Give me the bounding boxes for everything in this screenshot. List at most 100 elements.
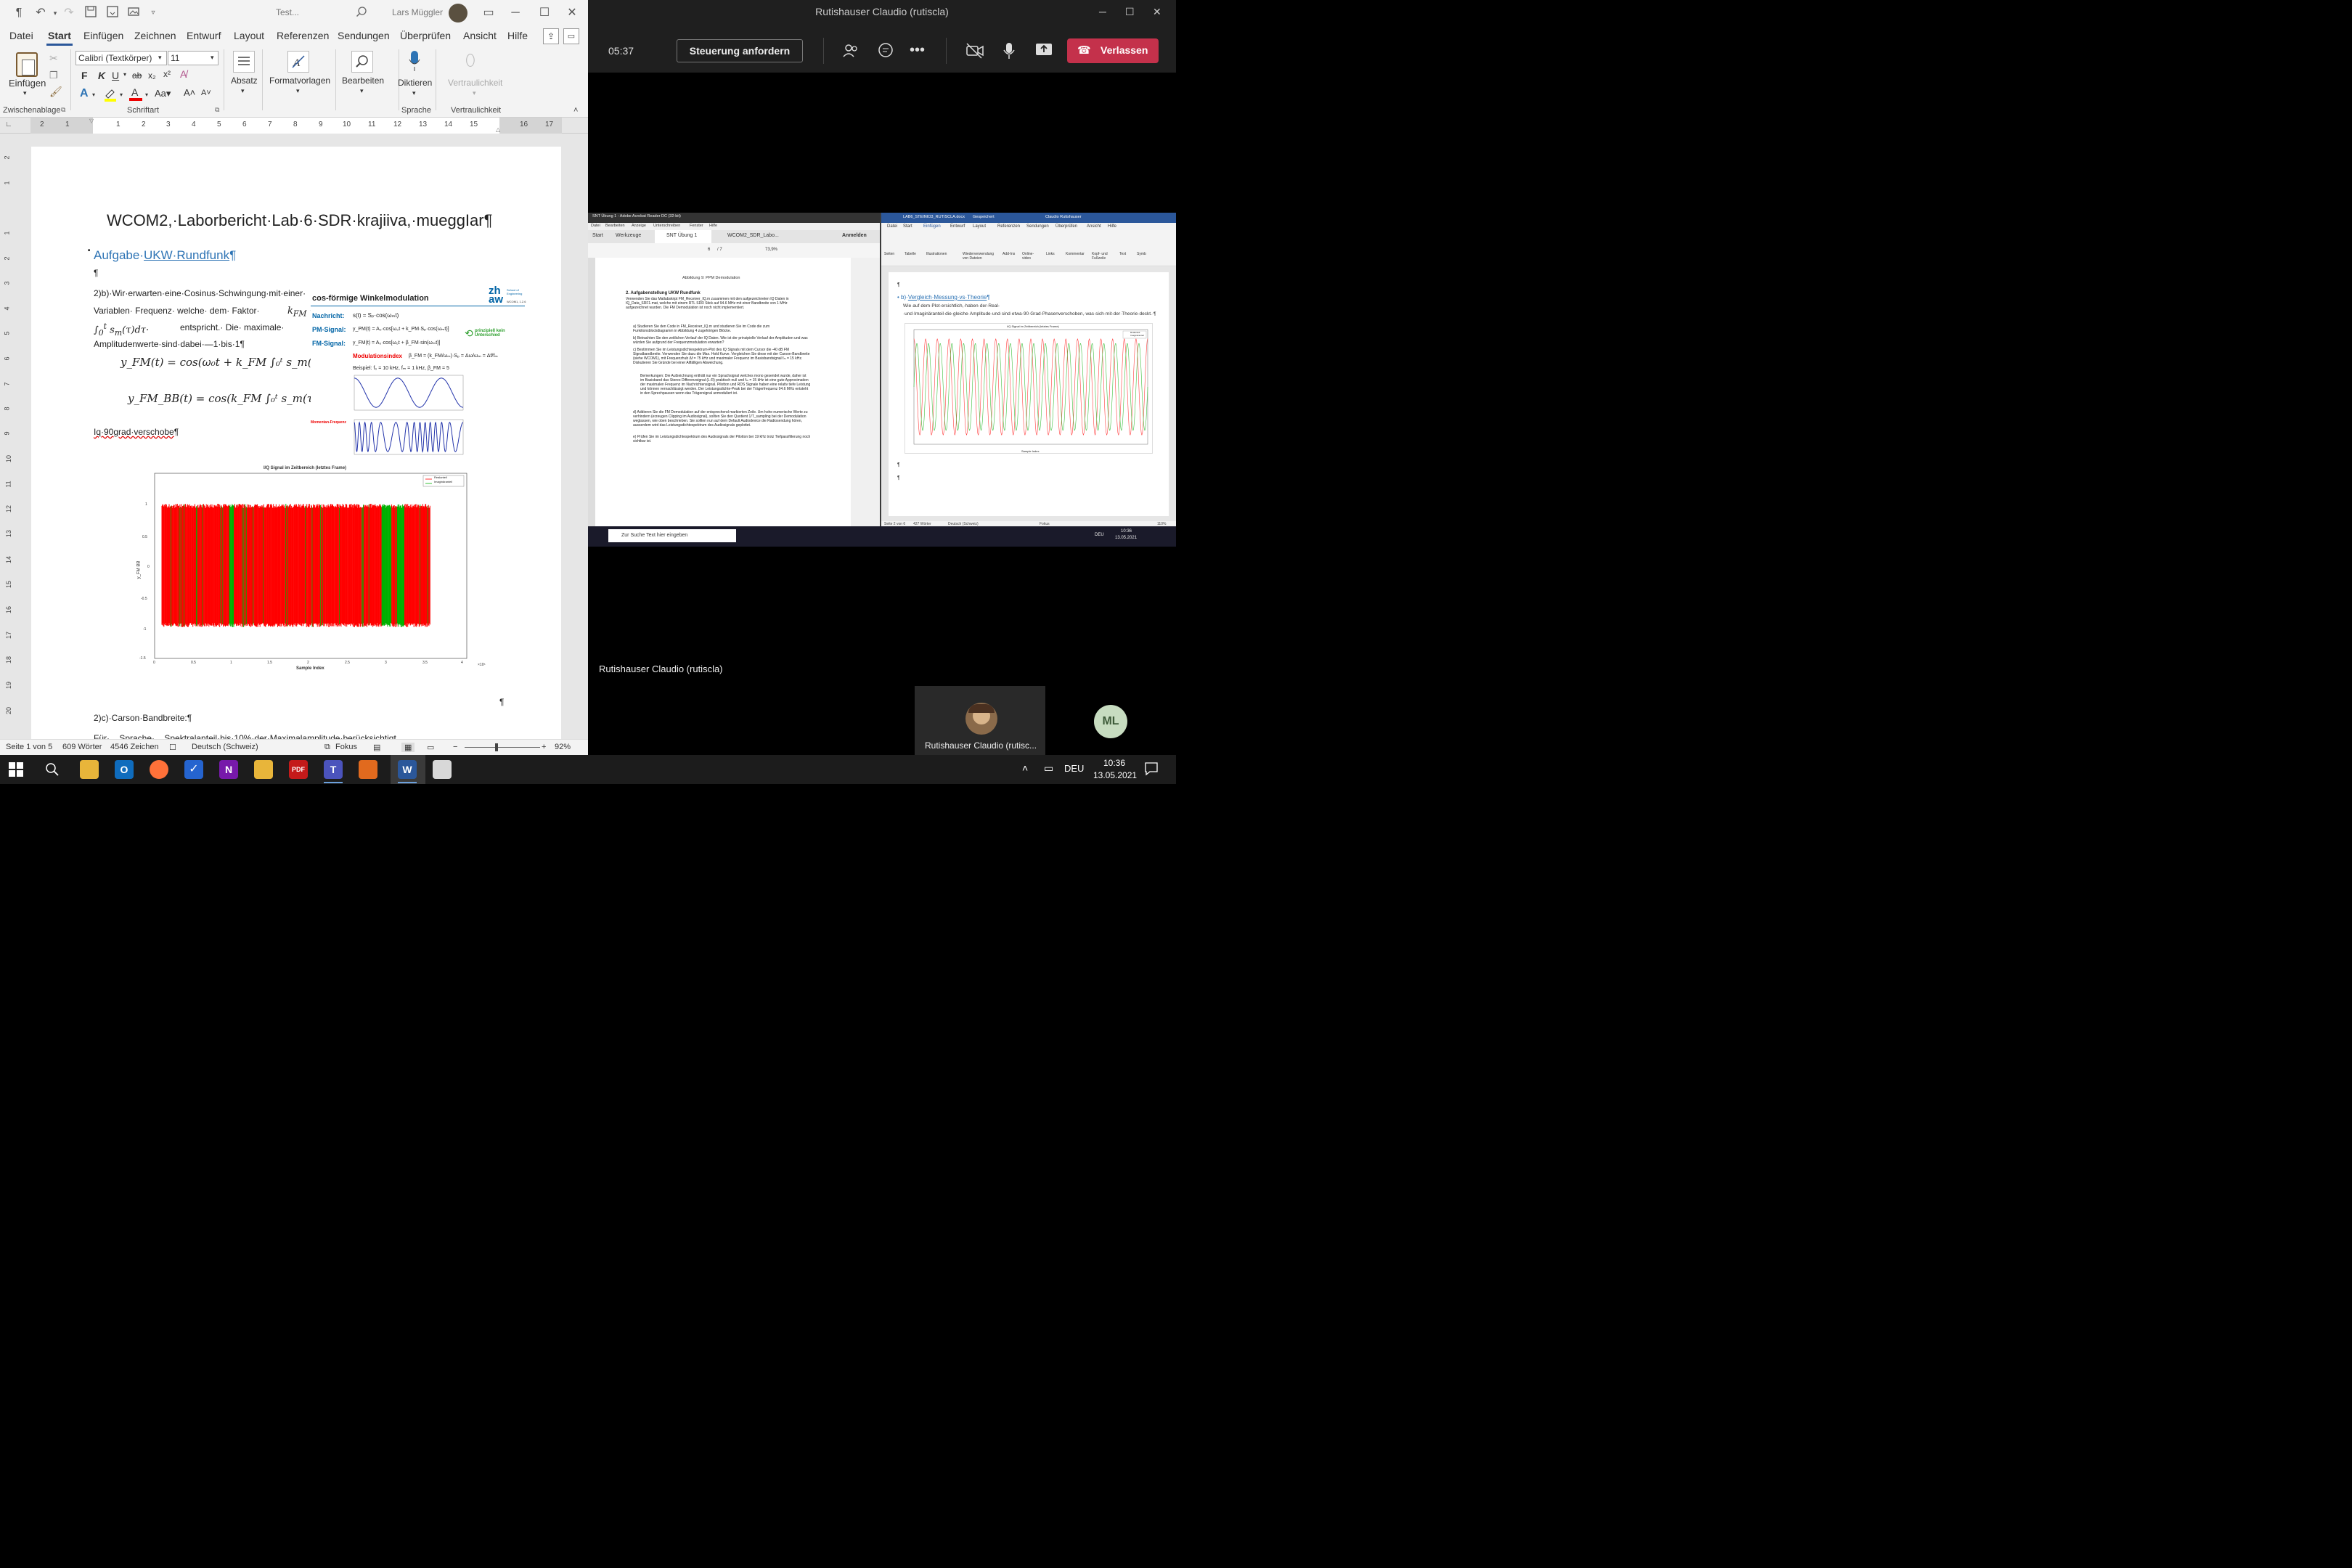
font-color-icon[interactable]: A	[129, 86, 142, 101]
comments-icon[interactable]: ▭	[563, 28, 579, 44]
microphone-icon[interactable]	[408, 49, 421, 73]
teams-icon[interactable]: T	[324, 760, 343, 779]
tab-ueberpruefen[interactable]: Überprüfen	[400, 30, 451, 41]
todo-icon[interactable]: ✓	[184, 760, 203, 779]
undo-dropdown-icon[interactable]: ▾	[48, 6, 62, 20]
font-color-dropdown-icon[interactable]: ▾	[145, 91, 148, 98]
image-icon[interactable]	[126, 6, 141, 20]
undo-icon[interactable]: ↶	[33, 6, 48, 20]
tab-ansicht[interactable]: Ansicht	[463, 30, 497, 41]
participants-icon[interactable]	[842, 42, 859, 63]
clock-date[interactable]: 13.05.2021	[1093, 770, 1137, 780]
search-icon[interactable]	[354, 6, 369, 20]
tab-einfuegen[interactable]: Einfügen	[83, 30, 123, 41]
vertical-ruler[interactable]: 2 1 1 2 3 4 5 6 7 8 9 10 11 12 13 14 15 …	[0, 134, 16, 740]
change-case-button[interactable]: Aa▾	[155, 88, 171, 99]
language[interactable]: Deutsch (Schweiz)	[192, 743, 258, 751]
shared-screen[interactable]: SNT Übung 1 - Adobe Acrobat Reader DC (3…	[588, 213, 1176, 547]
bold-button[interactable]: F	[81, 70, 88, 81]
clear-formatting-icon[interactable]: A̸	[180, 68, 187, 80]
italic-button[interactable]: K	[98, 70, 105, 81]
zoom-slider-thumb[interactable]	[495, 743, 498, 751]
onenote-icon[interactable]: N	[219, 760, 238, 779]
tab-referenzen[interactable]: Referenzen	[277, 30, 329, 41]
tab-entwurf[interactable]: Entwurf	[187, 30, 221, 41]
paste-dropdown-icon[interactable]: ▾	[23, 89, 27, 97]
dictate-button[interactable]: Diktieren	[398, 78, 432, 88]
avatar[interactable]	[449, 4, 467, 23]
dialog-launcher-icon[interactable]: ⧉	[61, 106, 65, 114]
focus-mode[interactable]: Fokus	[335, 743, 357, 751]
minimize-icon[interactable]: ─	[508, 6, 523, 20]
cut-icon[interactable]: ✂	[49, 52, 58, 65]
leave-button[interactable]: ☎ Verlassen	[1067, 38, 1159, 63]
teams-maximize-icon[interactable]: ☐	[1125, 6, 1135, 18]
notifications-icon[interactable]	[1144, 761, 1159, 780]
folder-icon[interactable]	[254, 760, 273, 779]
teams-minimize-icon[interactable]: ─	[1099, 6, 1106, 17]
font-name-select[interactable]: Calibri (Textkörper) ▾	[75, 51, 167, 65]
text-effects-dropdown-icon[interactable]: ▾	[92, 91, 95, 98]
paste-icon[interactable]	[16, 52, 38, 77]
underline-dropdown-icon[interactable]: ▾	[123, 71, 126, 78]
read-mode-icon[interactable]: ▤	[373, 743, 380, 752]
tab-datei[interactable]: Datei	[9, 30, 33, 41]
char-count[interactable]: 4546 Zeichen	[110, 743, 159, 751]
print-layout-icon[interactable]: ▦	[401, 743, 415, 752]
tab-hilfe[interactable]: Hilfe	[507, 30, 528, 41]
tab-layout[interactable]: Layout	[234, 30, 264, 41]
text-effects-icon[interactable]: A	[80, 87, 89, 100]
tab-start[interactable]: Start	[48, 30, 71, 41]
shrink-font-button[interactable]: A˅	[201, 89, 211, 97]
copy-icon[interactable]: ❐	[49, 70, 58, 81]
superscript-button[interactable]: x²	[163, 69, 171, 79]
grow-font-button[interactable]: A˄	[184, 87, 195, 98]
outlook-icon[interactable]: O	[115, 760, 134, 779]
maximize-icon[interactable]: ☐	[537, 6, 552, 20]
edit-button[interactable]: Bearbeiten	[342, 75, 384, 86]
pdf-reader-icon[interactable]: PDF	[289, 760, 308, 779]
font-dialog-launcher-icon[interactable]: ⧉	[215, 106, 219, 114]
find-icon[interactable]	[351, 51, 373, 73]
search-icon[interactable]	[45, 762, 60, 780]
zoom-in-icon[interactable]: +	[542, 743, 546, 751]
close-icon[interactable]: ✕	[565, 6, 579, 20]
iq-note[interactable]: Iq·90grad·verschobe¶	[94, 427, 179, 437]
chat-icon[interactable]	[877, 42, 894, 63]
save-icon[interactable]	[83, 6, 98, 20]
page-count[interactable]: Seite 1 von 5	[6, 743, 52, 751]
styles-dropdown-icon[interactable]: ▾	[296, 87, 300, 95]
highlight-dropdown-icon[interactable]: ▾	[120, 91, 123, 98]
input-language[interactable]: DEU	[1064, 763, 1084, 774]
zoom-slider[interactable]	[465, 747, 540, 748]
web-layout-icon[interactable]: ▭	[427, 743, 434, 752]
more-options-icon[interactable]: •••	[910, 42, 925, 59]
proofing-icon[interactable]: ☐	[169, 743, 176, 752]
snipping-tool-icon[interactable]	[433, 760, 452, 779]
focus-icon[interactable]: ⧉	[324, 743, 330, 752]
subscript-button[interactable]: x₂	[148, 70, 156, 81]
customize-toolbar-icon[interactable]: ▿	[146, 6, 160, 20]
teams-close-icon[interactable]: ✕	[1153, 6, 1161, 18]
tab-sendungen[interactable]: Sendungen	[338, 30, 390, 41]
paragraph-marks-icon[interactable]: ¶	[12, 6, 26, 20]
paragraph-icon[interactable]	[233, 51, 255, 73]
styles-button[interactable]: Formatvorlagen	[269, 75, 330, 86]
word-count[interactable]: 609 Wörter	[62, 743, 102, 751]
share-icon[interactable]: ⇪	[543, 28, 559, 44]
font-size-select[interactable]: 11 ▾	[168, 51, 219, 65]
windows-start-icon[interactable]	[9, 762, 23, 780]
styles-icon[interactable]: A	[287, 51, 309, 73]
camera-off-icon[interactable]	[965, 42, 984, 63]
microphone-icon[interactable]	[1002, 42, 1016, 63]
chevron-up-icon[interactable]: ˄	[1022, 762, 1028, 774]
paragraph-button[interactable]: Absatz	[231, 75, 258, 86]
request-control-button[interactable]: Steuerung anfordern	[677, 39, 803, 62]
share-screen-icon[interactable]	[1035, 42, 1053, 62]
edit-dropdown-icon[interactable]: ▾	[360, 87, 364, 95]
collapse-ribbon-icon[interactable]: ˄	[573, 106, 578, 115]
highlight-icon[interactable]	[103, 89, 118, 102]
matlab-icon[interactable]	[359, 760, 377, 779]
horizontal-ruler[interactable]: ∟ 2 1 1 2 3 4 5 6 7 8 9 10 11 12 13 14 1…	[0, 118, 588, 134]
save-as-icon[interactable]	[105, 6, 120, 20]
